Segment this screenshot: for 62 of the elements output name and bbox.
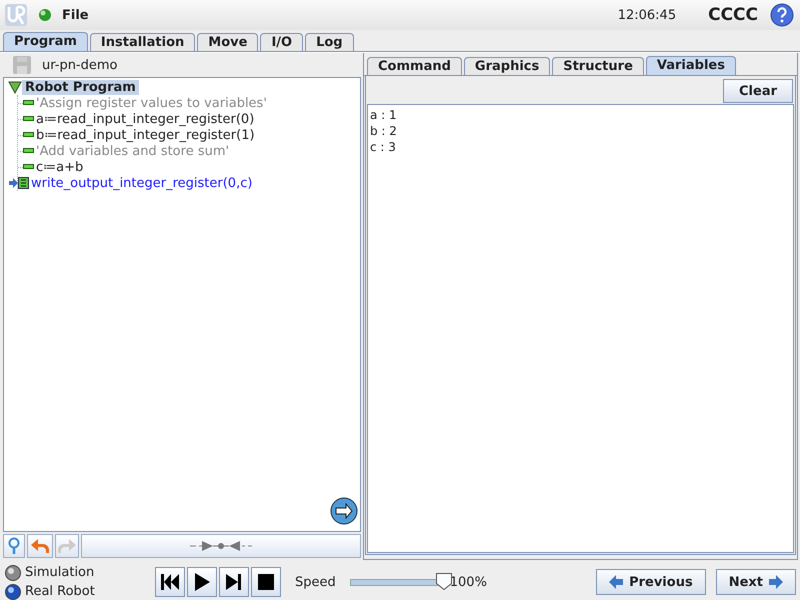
program-name: ur-pn-demo: [42, 58, 118, 72]
tab[interactable]: Installation: [90, 33, 196, 51]
robot-name: CCCC: [708, 5, 758, 25]
next-button[interactable]: Next: [716, 569, 796, 595]
program-line[interactable]: write_output_integer_register(0,c): [31, 176, 252, 190]
tab[interactable]: Graphics: [464, 57, 550, 75]
variable-value: b : 2: [370, 123, 398, 139]
mode-label: Simulation: [25, 565, 94, 580]
radio-button[interactable]: [5, 564, 21, 580]
skip-back-icon: [161, 574, 179, 590]
status-icon: [38, 8, 52, 22]
save-icon: [12, 55, 32, 75]
step-button[interactable]: [219, 567, 249, 597]
undo-icon: [30, 538, 50, 554]
node-icon: [23, 148, 34, 154]
stop-icon: [258, 574, 274, 590]
skip-forward-icon: [226, 574, 242, 590]
logo-icon: [4, 3, 28, 27]
rewind-button[interactable]: [155, 567, 185, 597]
file-menu[interactable]: File: [62, 8, 89, 22]
undo-button[interactable]: [27, 534, 53, 558]
tab[interactable]: Command: [367, 57, 462, 75]
tree-node[interactable]: Robot Program: [22, 80, 139, 94]
node-icon: [23, 132, 34, 138]
collapse-button[interactable]: [81, 534, 361, 558]
program-line[interactable]: 'Assign register values to variables': [36, 96, 267, 110]
play-button[interactable]: [187, 567, 217, 597]
mode-label: Real Robot: [25, 584, 95, 599]
radio-button[interactable]: [5, 584, 21, 600]
program-line[interactable]: a≔read_input_integer_register(0): [36, 112, 254, 126]
tab[interactable]: I/O: [260, 33, 304, 51]
variable-value: a : 1: [370, 107, 398, 123]
node-icon: [23, 116, 34, 122]
tab[interactable]: Variables: [646, 56, 736, 75]
speed-label: Speed: [295, 574, 336, 590]
tab[interactable]: Move: [197, 33, 258, 51]
node-icon: [23, 100, 34, 106]
clear-button[interactable]: Clear: [723, 79, 793, 103]
redo-icon: [57, 538, 77, 554]
help-icon[interactable]: [770, 3, 794, 27]
program-line[interactable]: c≔a+b: [36, 160, 84, 174]
search-icon: [7, 537, 21, 555]
previous-button[interactable]: Previous: [596, 569, 706, 595]
collapse-icon: [190, 541, 252, 551]
left-arrow-icon: [609, 575, 624, 589]
tab[interactable]: Program: [3, 32, 88, 51]
tab[interactable]: Structure: [552, 57, 644, 75]
program-line[interactable]: b≔read_input_integer_register(1): [36, 128, 255, 142]
expander-icon[interactable]: [8, 80, 22, 94]
script-icon: [18, 177, 29, 189]
play-icon: [194, 573, 210, 591]
program-line[interactable]: 'Add variables and store sum': [36, 144, 230, 158]
pointer-arrow-icon: [9, 178, 18, 188]
tab[interactable]: Log: [305, 33, 354, 51]
stop-button[interactable]: [251, 567, 281, 597]
speed-reading: 100%: [450, 574, 487, 590]
clock: 12:06:45: [618, 8, 676, 22]
slider-thumb[interactable]: [436, 572, 452, 590]
search-button[interactable]: [3, 534, 25, 558]
right-arrow-icon: [769, 575, 783, 589]
node-icon: [23, 164, 34, 170]
variable-value: c : 3: [370, 139, 397, 155]
